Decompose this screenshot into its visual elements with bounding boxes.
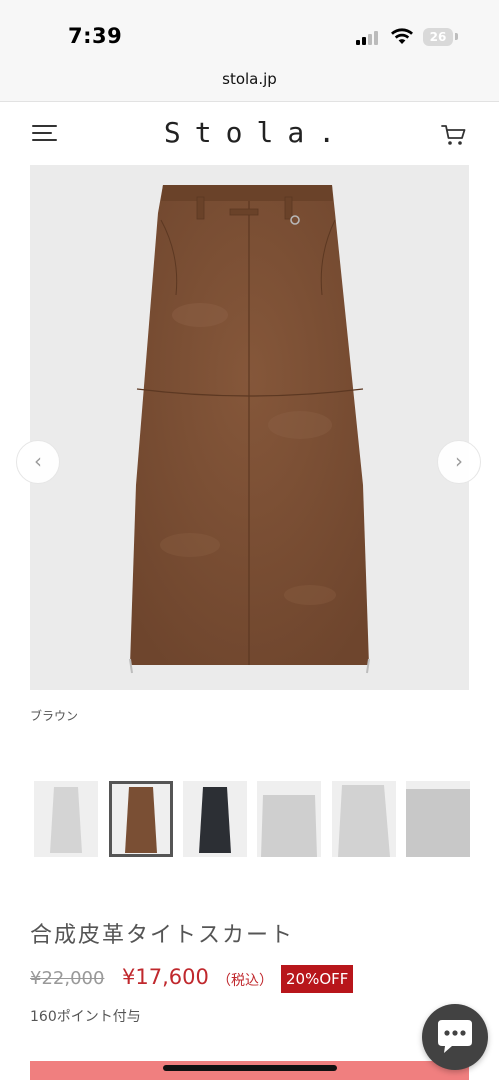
thumbnail-6[interactable]	[406, 781, 470, 857]
color-label: ブラウン	[30, 709, 79, 723]
thumbnail-image	[183, 781, 247, 857]
home-indicator	[163, 1065, 337, 1071]
original-price: ¥22,000	[30, 968, 105, 989]
status-time: 7:39	[68, 24, 123, 48]
chat-button[interactable]	[422, 1004, 488, 1070]
skirt-image	[129, 185, 370, 674]
thumbnail-image	[257, 781, 321, 857]
status-bar: 7:39 26	[0, 0, 499, 62]
tax-label: （税込）	[217, 973, 273, 989]
site-header: Stola.	[0, 102, 499, 164]
thumbnail-image	[109, 781, 173, 857]
url-text[interactable]: stola.jp	[0, 70, 499, 88]
discount-badge: 20%OFF	[281, 965, 354, 993]
cart-icon[interactable]	[441, 124, 467, 146]
thumbnail-2[interactable]	[109, 781, 173, 857]
thumbnail-image	[406, 781, 470, 857]
thumbnail-1[interactable]	[34, 781, 98, 857]
sale-price: ¥17,600	[122, 965, 209, 989]
thumbnail-5[interactable]	[332, 781, 396, 857]
thumbnail-3[interactable]	[183, 781, 247, 857]
battery-tip	[455, 33, 458, 40]
battery-icon: 26	[423, 28, 453, 46]
site-logo[interactable]: Stola.	[0, 116, 499, 149]
thumbnail-4[interactable]	[257, 781, 321, 857]
thumbnail-image	[332, 781, 396, 857]
signal-icon	[356, 31, 382, 45]
product-main-image[interactable]	[30, 165, 469, 690]
points-label: 160ポイント付与	[30, 1009, 141, 1025]
product-name: 合成皮革タイトスカート	[30, 923, 295, 948]
next-image-button[interactable]: ›	[437, 440, 481, 484]
thumbnail-image	[34, 781, 98, 857]
wifi-icon	[391, 28, 413, 44]
thumbnail-strip	[34, 781, 499, 857]
prev-image-button[interactable]: ‹	[16, 440, 60, 484]
browser-url-bar[interactable]: stola.jp	[0, 62, 499, 102]
price-row: ¥22,000 ¥17,600 （税込） 20%OFF	[30, 964, 470, 994]
chat-icon	[438, 1020, 472, 1053]
